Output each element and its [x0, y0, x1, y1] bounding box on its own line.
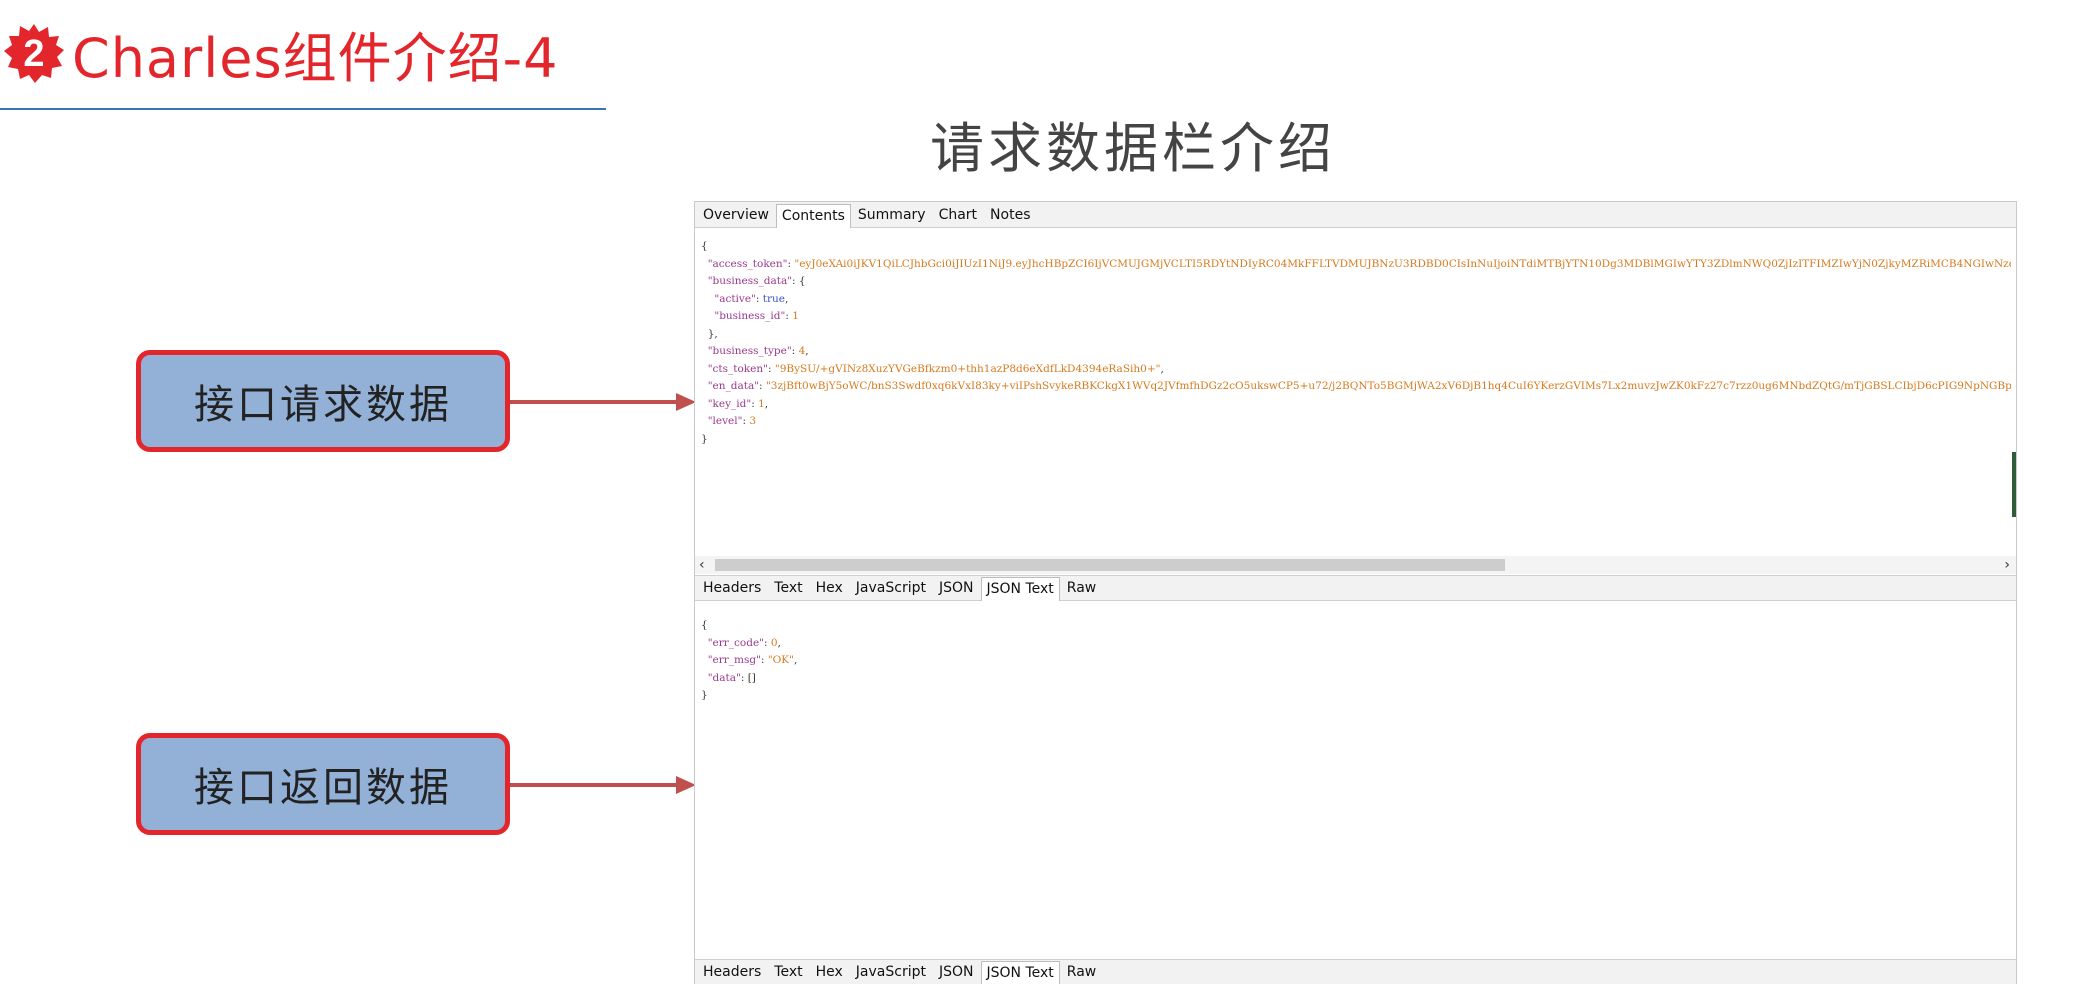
json-key: "business_data" — [707, 275, 793, 287]
json-value: "9BySU/+gVINz8XuzYVGeBfkzm0+thh1azP8d6eX… — [774, 362, 1161, 375]
json-key: "err_msg" — [707, 654, 761, 666]
tab-raw[interactable]: Raw — [1061, 576, 1102, 600]
json-key: "data" — [707, 671, 741, 684]
json-key: "active" — [714, 292, 756, 305]
tab-headers[interactable]: Headers — [697, 960, 767, 984]
json-key: "key_id" — [707, 397, 752, 410]
json-key: "cts_token" — [707, 362, 768, 375]
tab-text[interactable]: Text — [768, 960, 808, 984]
badge-number: 2 — [23, 32, 45, 75]
vertical-scrollbar-thumb[interactable] — [2012, 452, 2016, 517]
json-key: "en_data" — [707, 380, 760, 392]
json-value: "OK" — [767, 654, 794, 666]
tab-text[interactable]: Text — [768, 576, 808, 600]
slide-header: 2 Charles组件介绍-4 — [0, 14, 558, 93]
tab-javascript[interactable]: JavaScript — [850, 960, 932, 984]
json-value: 1 — [758, 397, 765, 410]
tab-summary[interactable]: Summary — [852, 203, 932, 227]
scroll-left-icon[interactable]: ‹ — [699, 556, 705, 574]
charles-contents-panel: Overview Contents Summary Chart Notes { … — [694, 201, 2017, 984]
json-value: "3zjBft0wBjY5oWC/bnS3Swdf0xq6kVxI83ky+vi… — [765, 380, 2011, 392]
response-data-callout: 接口返回数据 — [136, 733, 510, 835]
json-key: "business_type" — [707, 345, 792, 357]
request-json-view[interactable]: { "access_token": "eyJ0eXAi0iJKV1QiLCJhb… — [701, 238, 2011, 528]
slide-title: Charles组件介绍-4 — [72, 27, 559, 90]
json-value: 3 — [749, 415, 757, 427]
tab-javascript[interactable]: JavaScript — [850, 576, 932, 600]
scroll-right-icon[interactable]: › — [2004, 556, 2010, 574]
json-value: "eyJ0eXAi0iJKV1QiLCJhbGci0iJIUzI1NiJ9.ey… — [794, 257, 2011, 270]
tab-raw[interactable]: Raw — [1061, 960, 1102, 984]
scrollbar-thumb[interactable] — [715, 559, 1505, 571]
json-value: 0 — [770, 636, 778, 649]
tab-json-text[interactable]: JSON Text — [980, 961, 1060, 984]
tab-hex[interactable]: Hex — [810, 960, 849, 984]
tab-json-text[interactable]: JSON Text — [980, 577, 1060, 601]
response-json-view[interactable]: { "err_code": 0, "err_msg": "OK", "data"… — [701, 617, 2011, 737]
request-arrow-icon — [510, 393, 696, 411]
response-body-tab-bar: Headers Text Hex JavaScript JSON JSON Te… — [695, 959, 2016, 984]
json-key: "access_token" — [707, 257, 788, 270]
request-body-tab-bar: Headers Text Hex JavaScript JSON JSON Te… — [695, 575, 2016, 601]
tab-hex[interactable]: Hex — [810, 576, 849, 600]
json-key: "level" — [707, 415, 743, 427]
top-tab-bar: Overview Contents Summary Chart Notes — [695, 202, 2016, 228]
json-value: [] — [747, 671, 756, 684]
tab-overview[interactable]: Overview — [697, 203, 775, 227]
section-title: 请求数据栏介绍 — [930, 117, 1336, 180]
number-badge-icon: 2 — [2, 22, 66, 86]
tab-json[interactable]: JSON — [933, 576, 980, 600]
header-divider — [0, 108, 606, 110]
json-value: true — [762, 292, 785, 305]
tab-json[interactable]: JSON — [933, 960, 980, 984]
json-key: "err_code" — [707, 636, 764, 649]
horizontal-scrollbar[interactable]: ‹ › — [695, 556, 2016, 574]
tab-contents[interactable]: Contents — [775, 204, 851, 228]
json-value: 1 — [792, 310, 799, 322]
tab-chart[interactable]: Chart — [933, 203, 983, 227]
tab-notes[interactable]: Notes — [984, 203, 1036, 227]
response-arrow-icon — [510, 776, 696, 794]
json-key: "business_id" — [714, 310, 786, 322]
request-data-callout: 接口请求数据 — [136, 350, 510, 452]
tab-headers[interactable]: Headers — [697, 576, 767, 600]
